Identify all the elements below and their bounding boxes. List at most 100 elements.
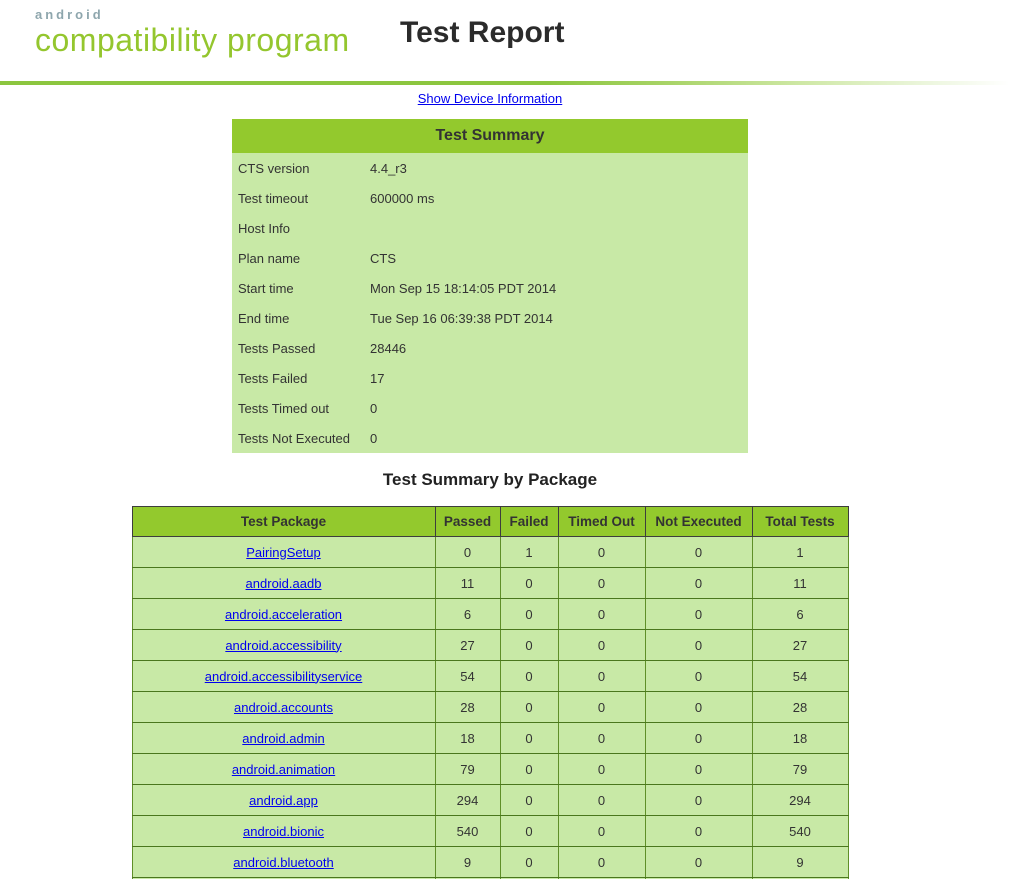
- compatibility-program-wordmark: compatibility program: [35, 24, 350, 56]
- package-name-cell: android.admin: [132, 723, 435, 754]
- summary-row-label: Host Info: [232, 213, 364, 243]
- summary-row-label: Test timeout: [232, 183, 364, 213]
- passed-cell: 0: [435, 537, 500, 568]
- timed-out-cell: 0: [558, 537, 645, 568]
- package-row: android.app294000294: [132, 785, 848, 816]
- failed-cell: 1: [500, 537, 558, 568]
- passed-cell: 79: [435, 754, 500, 785]
- not-executed-cell: 0: [645, 599, 752, 630]
- summary-row: CTS version4.4_r3: [232, 153, 748, 183]
- summary-row-label: Tests Timed out: [232, 393, 364, 423]
- timed-out-cell: 0: [558, 723, 645, 754]
- package-link[interactable]: android.bionic: [243, 824, 324, 839]
- show-device-information-link[interactable]: Show Device Information: [418, 91, 563, 106]
- package-link[interactable]: android.admin: [242, 731, 324, 746]
- total-tests-cell: 294: [752, 785, 848, 816]
- not-executed-cell: 0: [645, 537, 752, 568]
- summary-row-value: 600000 ms: [364, 183, 748, 213]
- failed-cell: 0: [500, 816, 558, 847]
- summary-row-value: [364, 213, 748, 243]
- package-link[interactable]: PairingSetup: [246, 545, 320, 560]
- summary-row: Tests Not Executed0: [232, 423, 748, 453]
- package-link[interactable]: android.animation: [232, 762, 335, 777]
- total-tests-cell: 27: [752, 630, 848, 661]
- timed-out-cell: 0: [558, 847, 645, 878]
- timed-out-cell: 0: [558, 785, 645, 816]
- summary-row-value: Mon Sep 15 18:14:05 PDT 2014: [364, 273, 748, 303]
- package-link[interactable]: android.accounts: [234, 700, 333, 715]
- package-row: android.bionic540000540: [132, 816, 848, 847]
- summary-row-value: Tue Sep 16 06:39:38 PDT 2014: [364, 303, 748, 333]
- total-tests-cell: 540: [752, 816, 848, 847]
- package-link[interactable]: android.aadb: [246, 576, 322, 591]
- package-row: android.accessibility2700027: [132, 630, 848, 661]
- package-link[interactable]: android.bluetooth: [233, 855, 333, 870]
- passed-cell: 6: [435, 599, 500, 630]
- total-tests-cell: 28: [752, 692, 848, 723]
- package-summary-title: Test Summary by Package: [0, 470, 980, 490]
- summary-row-label: Start time: [232, 273, 364, 303]
- package-link[interactable]: android.accessibility: [225, 638, 341, 653]
- package-link[interactable]: android.acceleration: [225, 607, 342, 622]
- failed-cell: 0: [500, 847, 558, 878]
- package-name-cell: android.accessibility: [132, 630, 435, 661]
- summary-row-label: Tests Failed: [232, 363, 364, 393]
- not-executed-cell: 0: [645, 692, 752, 723]
- passed-cell: 11: [435, 568, 500, 599]
- package-link[interactable]: android.accessibilityservice: [205, 669, 363, 684]
- summary-row: Host Info: [232, 213, 748, 243]
- not-executed-cell: 0: [645, 785, 752, 816]
- failed-cell: 0: [500, 692, 558, 723]
- not-executed-cell: 0: [645, 630, 752, 661]
- package-row: android.animation7900079: [132, 754, 848, 785]
- package-name-cell: android.bluetooth: [132, 847, 435, 878]
- failed-cell: 0: [500, 568, 558, 599]
- package-name-cell: android.bionic: [132, 816, 435, 847]
- package-link[interactable]: android.app: [249, 793, 318, 808]
- page: android compatibility program Test Repor…: [0, 0, 1030, 879]
- package-row: android.bluetooth90009: [132, 847, 848, 878]
- package-row: android.accessibilityservice5400054: [132, 661, 848, 692]
- summary-row: Plan nameCTS: [232, 243, 748, 273]
- summary-row-value: 28446: [364, 333, 748, 363]
- test-summary-table: Test Summary CTS version4.4_r3Test timeo…: [232, 119, 748, 453]
- not-executed-cell: 0: [645, 723, 752, 754]
- passed-cell: 294: [435, 785, 500, 816]
- failed-cell: 0: [500, 630, 558, 661]
- report-header: android compatibility program Test Repor…: [0, 0, 1030, 81]
- package-name-cell: android.animation: [132, 754, 435, 785]
- package-row: android.acceleration60006: [132, 599, 848, 630]
- column-header-total-tests: Total Tests: [752, 507, 848, 537]
- not-executed-cell: 0: [645, 568, 752, 599]
- failed-cell: 0: [500, 723, 558, 754]
- package-name-cell: android.app: [132, 785, 435, 816]
- summary-row-value: CTS: [364, 243, 748, 273]
- timed-out-cell: 0: [558, 816, 645, 847]
- not-executed-cell: 0: [645, 847, 752, 878]
- device-info-link-row: Show Device Information: [0, 91, 980, 107]
- package-row: android.accounts2800028: [132, 692, 848, 723]
- total-tests-cell: 79: [752, 754, 848, 785]
- timed-out-cell: 0: [558, 630, 645, 661]
- summary-row-label: Plan name: [232, 243, 364, 273]
- not-executed-cell: 0: [645, 661, 752, 692]
- passed-cell: 28: [435, 692, 500, 723]
- column-header-timed-out: Timed Out: [558, 507, 645, 537]
- package-name-cell: android.acceleration: [132, 599, 435, 630]
- column-header-not-executed: Not Executed: [645, 507, 752, 537]
- timed-out-cell: 0: [558, 599, 645, 630]
- summary-row: End timeTue Sep 16 06:39:38 PDT 2014: [232, 303, 748, 333]
- test-summary-title: Test Summary: [232, 119, 748, 153]
- column-header-passed: Passed: [435, 507, 500, 537]
- total-tests-cell: 11: [752, 568, 848, 599]
- summary-row-value: 17: [364, 363, 748, 393]
- test-summary-header-row: Test Summary: [232, 119, 748, 153]
- total-tests-cell: 9: [752, 847, 848, 878]
- total-tests-cell: 6: [752, 599, 848, 630]
- passed-cell: 540: [435, 816, 500, 847]
- not-executed-cell: 0: [645, 754, 752, 785]
- package-row: PairingSetup01001: [132, 537, 848, 568]
- passed-cell: 18: [435, 723, 500, 754]
- summary-row-label: CTS version: [232, 153, 364, 183]
- summary-row: Start timeMon Sep 15 18:14:05 PDT 2014: [232, 273, 748, 303]
